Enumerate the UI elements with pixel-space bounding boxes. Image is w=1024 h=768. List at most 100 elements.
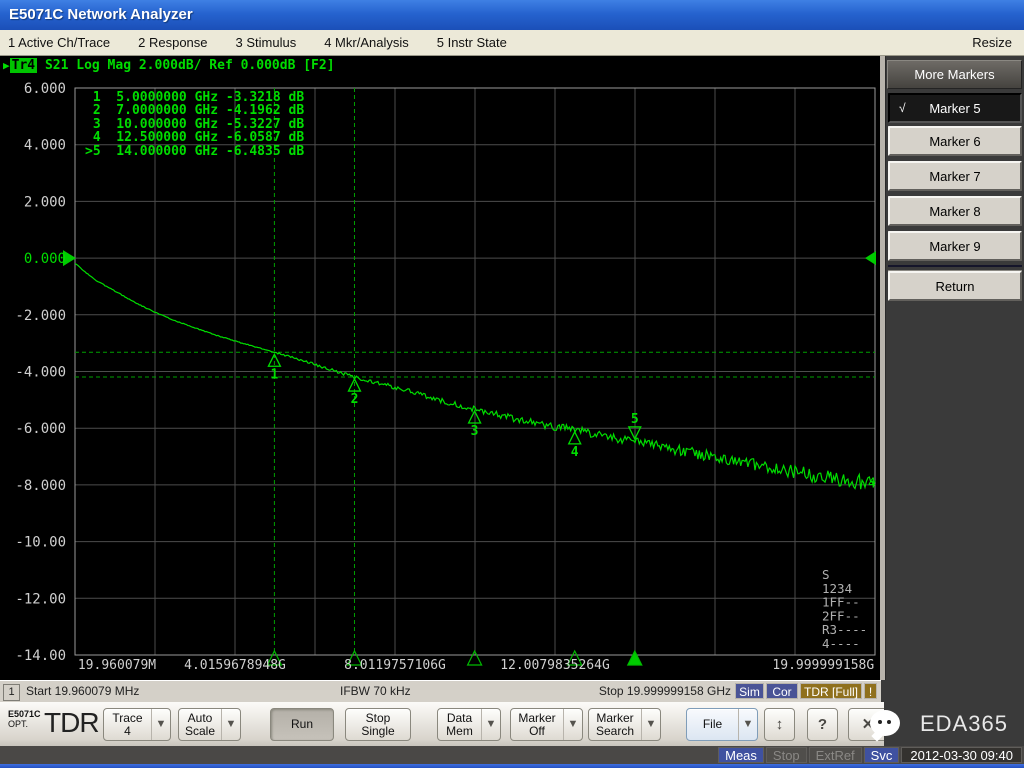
eda365-text: EDA365	[920, 711, 1008, 737]
svg-text:-12.00: -12.00	[15, 591, 66, 607]
tdr-badge: TDR [Full]	[800, 683, 862, 699]
softkey-marker-5[interactable]: √ Marker 5	[888, 93, 1022, 123]
trace-select-button[interactable]: Trace4 ▼	[103, 708, 171, 741]
channel-status-inner: 1 Start 19.960079 MHz IFBW 70 kHz Stop 1…	[0, 680, 881, 702]
marker-table-row: 3 10.000000 GHz -5.3227 dB	[85, 118, 304, 131]
window-title-bar: E5071C Network Analyzer	[0, 0, 1024, 30]
logo-model: E5071C	[8, 709, 41, 719]
svg-text:1FF--: 1FF--	[822, 595, 860, 610]
softkey-menu-title: More Markers	[887, 60, 1022, 89]
dropdown-arrow-icon[interactable]: ▼	[221, 709, 240, 740]
instrument-screen: 4123456.0004.0002.0000.000-2.000-4.000-6…	[0, 56, 1024, 680]
dropdown-arrow-icon[interactable]: ▼	[151, 709, 170, 740]
svg-text:4: 4	[571, 445, 579, 460]
ifbw-value: IFBW 70 kHz	[340, 684, 411, 698]
marker-table-row: 1 5.0000000 GHz -3.3218 dB	[85, 91, 304, 104]
softkey-label: Marker 6	[929, 134, 980, 149]
softkey-marker-9[interactable]: Marker 9	[888, 231, 1022, 261]
svg-text:2.000: 2.000	[24, 194, 66, 210]
button-label: StopSingle	[346, 712, 410, 738]
dropdown-arrow-icon[interactable]: ▼	[563, 709, 582, 740]
svg-text:-2.000: -2.000	[15, 308, 66, 324]
cor-badge: Cor	[766, 683, 798, 699]
svg-text:4.000: 4.000	[24, 138, 66, 154]
softkey-label: Marker 7	[929, 169, 980, 184]
logo-tdr: TDR	[44, 707, 99, 739]
status-stop: Stop	[766, 747, 807, 763]
button-label: MarkerOff	[511, 712, 563, 738]
sim-badge: Sim	[735, 683, 764, 699]
logo-opt: OPT.	[8, 719, 41, 729]
svg-text:4: 4	[868, 476, 876, 491]
softkey-return[interactable]: Return	[888, 271, 1022, 301]
button-label: File	[687, 718, 738, 731]
alert-badge: !	[864, 683, 877, 699]
svg-text:19.999999158G: 19.999999158G	[772, 658, 874, 673]
svg-text:-8.000: -8.000	[15, 478, 66, 494]
softkey-marker-7[interactable]: Marker 7	[888, 161, 1022, 191]
system-status-bar: Meas Stop ExtRef Svc 2012-03-30 09:40	[0, 746, 1024, 764]
stop-single-button[interactable]: StopSingle	[345, 708, 411, 741]
auto-scale-button[interactable]: AutoScale ▼	[178, 708, 241, 741]
menu-active-ch-trace[interactable]: 1 Active Ch/Trace	[0, 35, 124, 50]
svg-text:5: 5	[631, 412, 639, 427]
dropdown-arrow-icon[interactable]: ▼	[738, 709, 757, 740]
updown-button[interactable]: ↕	[764, 708, 795, 741]
help-button[interactable]: ?	[807, 708, 838, 741]
svg-text:4----: 4----	[822, 636, 860, 651]
menu-response[interactable]: 2 Response	[124, 35, 221, 50]
marker-table-row: 4 12.500000 GHz -6.0587 dB	[85, 131, 304, 144]
channel-number: 1	[3, 684, 20, 701]
svg-text:-4.000: -4.000	[15, 365, 66, 381]
data-mem-button[interactable]: DataMem ▼	[437, 708, 501, 741]
instrument-logo: E5071C OPT.	[8, 709, 41, 729]
softkey-label: Marker 9	[929, 239, 980, 254]
status-extref: ExtRef	[809, 747, 862, 763]
updown-arrow-icon: ↕	[776, 718, 784, 731]
dropdown-arrow-icon[interactable]: ▼	[481, 709, 500, 740]
softkey-label: Marker 8	[929, 204, 980, 219]
svg-text:-14.00: -14.00	[15, 648, 66, 664]
svg-text:4.0159678948G: 4.0159678948G	[184, 658, 286, 673]
start-frequency: Start 19.960079 MHz	[26, 684, 139, 698]
menu-bar: 1 Active Ch/Trace 2 Response 3 Stimulus …	[0, 30, 1024, 56]
button-label: AutoScale	[179, 712, 221, 738]
softkey-marker-8[interactable]: Marker 8	[888, 196, 1022, 226]
dropdown-arrow-icon[interactable]: ▼	[641, 709, 660, 740]
svg-text:1234: 1234	[822, 581, 852, 596]
channel-status-bar: 1 Start 19.960079 MHz IFBW 70 kHz Stop 1…	[0, 680, 1024, 702]
menu-mkr-analysis[interactable]: 4 Mkr/Analysis	[310, 35, 423, 50]
check-icon: √	[899, 101, 906, 115]
menu-instr-state[interactable]: 5 Instr State	[423, 35, 521, 50]
status-meas: Meas	[718, 747, 764, 763]
e5071c-window: E5071C Network Analyzer 1 Active Ch/Trac…	[0, 0, 1024, 768]
button-label: Run	[271, 718, 333, 731]
svg-text:-6.000: -6.000	[15, 421, 66, 437]
button-label: MarkerSearch	[589, 712, 641, 738]
button-label: Trace4	[104, 712, 151, 738]
status-svc: Svc	[864, 747, 900, 763]
taskbar-edge	[0, 764, 1024, 768]
svg-text:S: S	[822, 567, 830, 582]
eda365-logo-icon	[870, 710, 900, 736]
svg-text:-10.00: -10.00	[15, 535, 66, 551]
run-button[interactable]: Run	[270, 708, 334, 741]
marker-search-button[interactable]: MarkerSearch ▼	[588, 708, 661, 741]
svg-text:0.000: 0.000	[24, 251, 66, 267]
file-button[interactable]: File ▼	[686, 708, 758, 741]
softkey-label: Return	[935, 279, 974, 294]
status-datetime: 2012-03-30 09:40	[901, 747, 1022, 763]
svg-text:3: 3	[471, 424, 479, 439]
svg-text:2: 2	[351, 392, 359, 407]
svg-text:1: 1	[270, 367, 278, 382]
marker-table-row: 2 7.0000000 GHz -4.1962 dB	[85, 104, 304, 117]
softkey-marker-6[interactable]: Marker 6	[888, 126, 1022, 156]
menu-stimulus[interactable]: 3 Stimulus	[222, 35, 311, 50]
menu-resize[interactable]: Resize	[958, 35, 1024, 50]
svg-text:6.000: 6.000	[24, 81, 66, 97]
marker-table-row: >5 14.000000 GHz -6.4835 dB	[85, 145, 304, 158]
window-title: E5071C Network Analyzer	[9, 6, 193, 23]
marker-off-button[interactable]: MarkerOff ▼	[510, 708, 583, 741]
svg-text:R3----: R3----	[822, 622, 867, 637]
eda365-watermark: EDA365	[884, 702, 1024, 746]
